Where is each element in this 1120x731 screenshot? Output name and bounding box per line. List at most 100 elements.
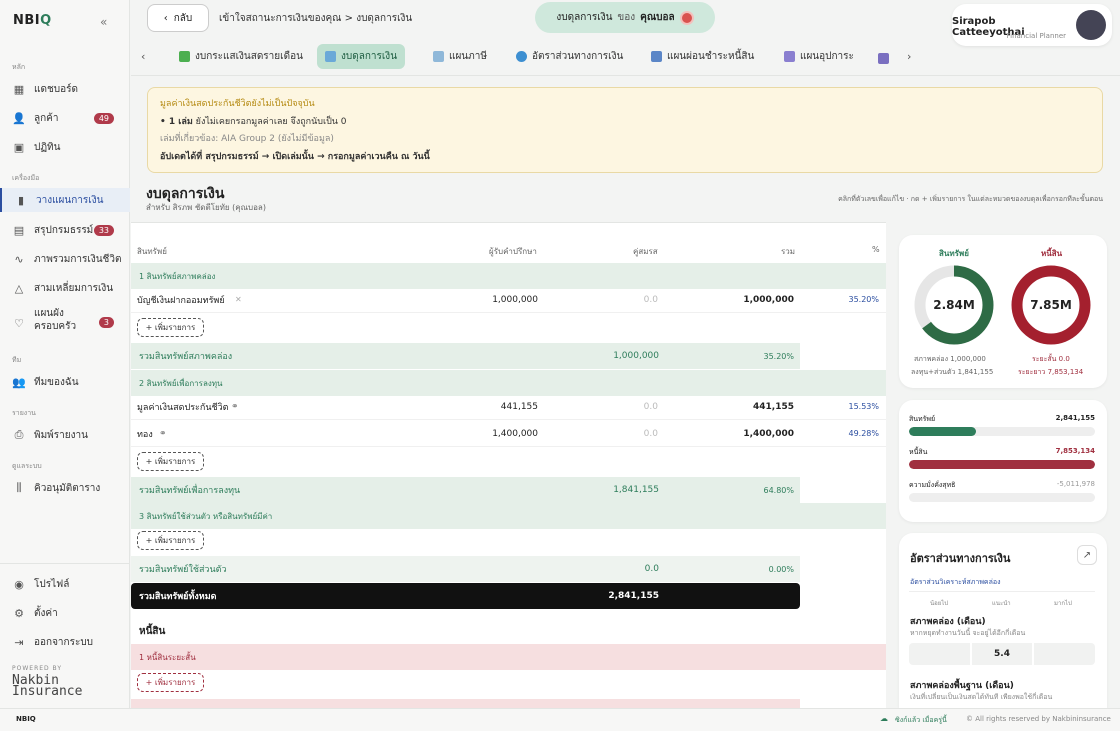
table-row[interactable]: ทอง ⚭ 1,400,000 0.0 1,400,000 49.28%: [131, 421, 886, 447]
calendar-icon: ▣: [13, 140, 25, 154]
sidebar-item-dashboard[interactable]: ▦ แดชบอร์ด: [12, 77, 124, 101]
sidebar-item-policy-summary[interactable]: ▤ สรุปกรมธรรม์ 33: [12, 218, 124, 242]
ratio-icon: [516, 51, 527, 62]
warning-title: มูลค่าเงินสดประกันชีวิตยังไม่เป็นปัจจุบั…: [160, 99, 315, 109]
col-header-client: ผู้รับคำปรึกษา: [489, 247, 537, 256]
balance-icon: [325, 51, 336, 62]
tab-financial-ratios[interactable]: อัตราส่วนทางการเงิน: [508, 44, 631, 69]
cashflow-icon: [179, 51, 190, 62]
chevron-left-icon: ‹: [163, 12, 168, 24]
add-item-button[interactable]: + เพิ่มรายการ: [137, 452, 204, 471]
footer: NBIQ ☁ ซิงก์แล้ว เมื่อครู่นี้ © All righ…: [0, 708, 1120, 731]
section-label-admin: ดูแลระบบ: [12, 462, 42, 470]
subtotal-row: รวมสินทรัพย์สภาพคล่อง 1,000,000 35.20%: [131, 343, 800, 369]
col-header-sum: รวม: [781, 247, 796, 256]
heart-icon: ♡: [14, 316, 24, 330]
sidebar-item-print-report[interactable]: ⎙ พิมพ์รายงาน: [12, 423, 124, 447]
sidebar-item-family-tree[interactable]: ♡ แผนผัง ครอบครัว 3: [12, 307, 124, 339]
link-icon[interactable]: ⚭: [231, 402, 239, 412]
asset-bar: [909, 427, 1095, 436]
customers-badge: 49: [93, 112, 114, 124]
category-row: 2 สินทรัพย์เพื่อการลงทุน: [131, 370, 886, 396]
asset-total: 2.84M: [933, 298, 975, 312]
tab-dependent-plan[interactable]: แผนอุปการะ: [776, 44, 862, 69]
library-icon: ⫼: [16, 481, 22, 494]
graduation-icon[interactable]: [878, 53, 889, 64]
section-label-main: หลัก: [12, 63, 26, 71]
remove-icon[interactable]: ✕: [235, 295, 242, 304]
powered-by: POWERED BY: [12, 665, 63, 672]
family-badge: 3: [98, 317, 114, 328]
tab-balance-sheet[interactable]: งบดุลการเงิน: [317, 44, 406, 69]
gear-icon: ⚙: [14, 606, 24, 620]
add-item-button[interactable]: + เพิ่มรายการ: [137, 531, 204, 550]
collapse-sidebar-icon[interactable]: «: [100, 15, 107, 29]
trend-icon: ∿: [14, 252, 24, 266]
copyright: © All rights reserved by Nakbininsurance: [966, 715, 1111, 723]
family-icon: [784, 51, 795, 62]
summary-card: สินทรัพย์ หนี้สิน 2.84M 7.85M สภาพคล่อง …: [899, 235, 1107, 388]
liability-label: หนี้สิน: [1041, 249, 1063, 258]
section-label-team: ทีม: [12, 356, 22, 364]
add-item-button[interactable]: + เพิ่มรายการ: [137, 318, 204, 337]
page-hint: คลิกที่ตัวเลขเพื่อแก้ไข · กด + เพิ่มรายก…: [838, 195, 1103, 203]
sidebar-item-calendar[interactable]: ▣ ปฏิทิน: [12, 135, 124, 159]
back-button[interactable]: ‹ กลับ: [147, 4, 209, 32]
table-row[interactable]: บัญชีเงินฝากออมทรัพย์ ✕ 1,000,000 0.0 1,…: [131, 287, 886, 313]
sidebar-item-logout[interactable]: ⇥ ออกจากระบบ: [12, 630, 124, 654]
avatar: [1076, 10, 1106, 40]
sidebar-item-life-overview[interactable]: ∿ ภาพรวมการเงินชีวิต: [12, 247, 124, 271]
page-subtitle: สำหรับ สิรภพ ชัดตีโยทัย (คุณบอล): [146, 203, 266, 212]
sidebar-item-profile[interactable]: ◉ โปรไฟล์: [12, 572, 124, 596]
dashboard-icon: ▦: [13, 82, 25, 96]
breadcrumb: เข้าใจสถานะการเงินของคุณ > งบดุลการเงิน: [219, 13, 413, 24]
table-row[interactable]: มูลค่าเงินสดประกันชีวิต ⚭ 441,155 0.0 44…: [131, 394, 886, 420]
category-row: 1 สินทรัพย์สภาพคล่อง: [131, 263, 886, 289]
sidebar-item-financial-planning[interactable]: ▮ วางแผนการเงิน: [0, 188, 130, 212]
printer-icon: ⎙: [14, 428, 24, 441]
net-worth-card: สินทรัพย์ 2,841,155 หนี้สิน 7,853,134 คว…: [899, 400, 1107, 522]
plan-tabs: ‹ งบกระแสเงินสดรายเดือน งบดุลการเงิน แผน…: [131, 38, 1120, 76]
sidebar: NBIQ « หลัก ▦ แดชบอร์ด 👤 ลูกค้า 49 ▣ ปฏิทิน …: [0, 0, 130, 731]
sync-status: ซิงก์แล้ว เมื่อครู่นี้: [895, 716, 947, 724]
total-assets-row: รวมสินทรัพย์ทั้งหมด 2,841,155: [131, 583, 800, 609]
warning-banner: มูลค่าเงินสดประกันชีวิตยังไม่เป็นปัจจุบั…: [147, 87, 1103, 173]
subtotal-row: รวมสินทรัพย์ใช้ส่วนตัว 0.0 0.00%: [131, 556, 800, 582]
tax-icon: [433, 51, 444, 62]
credit-card-icon: [651, 51, 662, 62]
subtotal-row: รวมสินทรัพย์เพื่อการลงทุน 1,841,155 64.8…: [131, 477, 800, 503]
bar-chart-icon: ▮: [17, 193, 25, 207]
cloud-icon: ☁: [880, 714, 888, 723]
page-title-pill: งบดุลการเงิน ของ คุณบอล: [535, 2, 715, 33]
sidebar-item-financial-triangle[interactable]: △ สามเหลี่ยมการเงิน: [12, 276, 124, 300]
liquidity-ratio-scale: 5.4: [909, 643, 1095, 665]
team-icon: 👥: [12, 375, 26, 389]
sidebar-item-approval-queue[interactable]: ⫼ คิวอนุมัติตาราง: [12, 476, 124, 500]
chevron-right-icon[interactable]: ›: [907, 50, 911, 63]
tab-cashflow[interactable]: งบกระแสเงินสดรายเดือน: [171, 44, 311, 69]
document-icon: ▤: [13, 223, 25, 237]
tab-debt-plan[interactable]: แผนผ่อนชำระหนี้สิน: [643, 44, 762, 69]
tab-tax-plan[interactable]: แผนภาษี: [425, 44, 495, 69]
app-logo[interactable]: NBIQ: [13, 13, 52, 28]
triangle-icon: △: [14, 281, 24, 295]
col-header-spouse: คู่สมรส: [633, 247, 658, 256]
client-avatar: [679, 10, 694, 25]
col-header-pct: %: [872, 245, 880, 254]
sidebar-item-customers[interactable]: 👤 ลูกค้า 49: [12, 106, 124, 130]
liability-total: 7.85M: [1030, 298, 1072, 312]
user-icon: 👤: [12, 111, 26, 125]
asset-label: สินทรัพย์: [939, 249, 969, 258]
chevron-left-icon[interactable]: ‹: [141, 50, 145, 63]
external-link-icon[interactable]: ↗: [1077, 545, 1097, 565]
category-row: 1 หนี้สินระยะสั้น: [131, 644, 886, 670]
footer-brand: NBIQ: [16, 715, 36, 723]
sidebar-item-settings[interactable]: ⚙ ตั้งค่า: [12, 601, 124, 625]
category-row: 3 สินทรัพย์ใช้ส่วนตัว หรือสินทรัพย์มีค่า: [131, 503, 886, 529]
sidebar-item-my-team[interactable]: 👥 ทีมของฉัน: [12, 370, 124, 394]
add-item-button[interactable]: + เพิ่มรายการ: [137, 673, 204, 692]
liabilities-heading: หนี้สิน: [139, 626, 166, 637]
profile-icon: ◉: [14, 577, 24, 591]
section-label-tools: เครื่องมือ: [12, 174, 40, 182]
link-icon[interactable]: ⚭: [159, 429, 167, 439]
